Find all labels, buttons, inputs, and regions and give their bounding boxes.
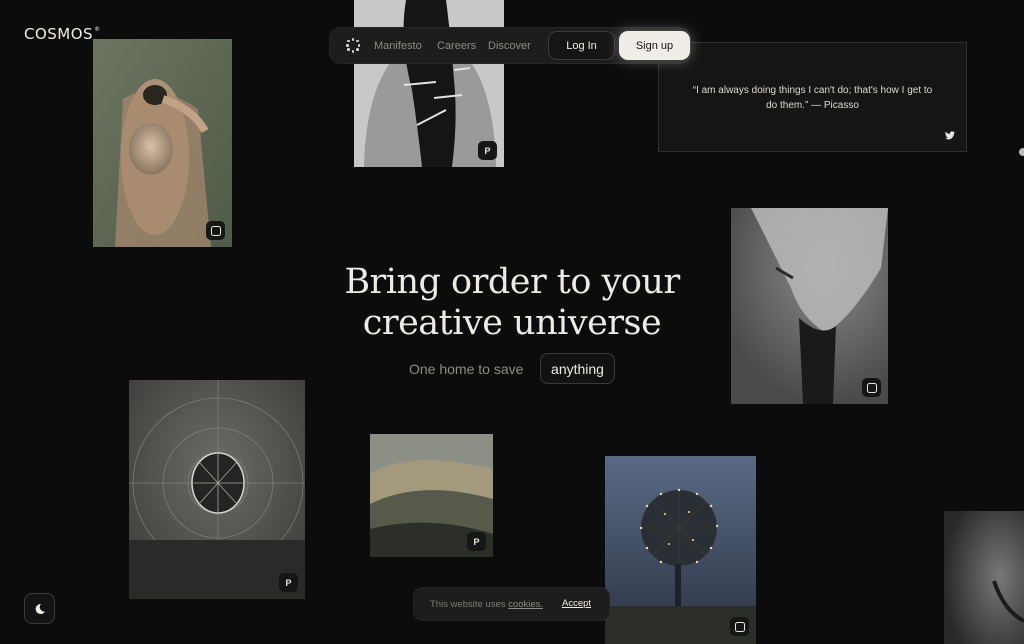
photo-card-woman-green[interactable]: [93, 39, 232, 247]
edge-indicator: [1019, 148, 1024, 156]
photo-source-badge[interactable]: [206, 221, 225, 240]
photo-light-tree: [605, 456, 756, 644]
brand-logo[interactable]: COSMOS®: [24, 25, 101, 43]
photo-card-structure[interactable]: P: [129, 380, 305, 599]
hero-rotating-word: anything: [540, 353, 615, 384]
twitter-icon: [944, 131, 955, 140]
top-nav: Manifesto Careers Discover Log In Sign u…: [329, 27, 691, 64]
spinner-dots-icon[interactable]: [346, 38, 361, 53]
pinterest-icon: P: [484, 145, 491, 156]
photo-card-light-tree[interactable]: [605, 456, 756, 644]
photo-source-badge[interactable]: P: [279, 573, 298, 592]
signup-button[interactable]: Sign up: [619, 31, 690, 60]
hero-title-line1: Bring order to your: [344, 262, 680, 302]
nav-link-careers[interactable]: Careers: [437, 40, 476, 52]
theme-toggle-button[interactable]: [24, 593, 55, 624]
photo-source-badge[interactable]: P: [478, 141, 497, 160]
photo-source-badge[interactable]: [730, 617, 749, 636]
photo-veil: [731, 208, 888, 404]
nav-link-manifesto[interactable]: Manifesto: [374, 40, 422, 52]
photo-card-partial-right[interactable]: [944, 511, 1024, 644]
photo-woman-green: [93, 39, 232, 247]
photo-card-hair[interactable]: P: [354, 0, 504, 167]
instagram-icon: [734, 621, 745, 632]
login-button[interactable]: Log In: [548, 31, 615, 60]
quote-card[interactable]: “I am always doing things I can't do; th…: [658, 42, 967, 152]
hero-title-line2: creative universe: [362, 303, 662, 343]
pinterest-icon: P: [285, 577, 292, 588]
cookie-accept-button[interactable]: Accept: [562, 598, 591, 609]
photo-card-veil[interactable]: [731, 208, 888, 404]
cookie-policy-link[interactable]: cookies.: [508, 599, 543, 610]
moon-icon: [35, 603, 45, 614]
cookie-text: This website uses cookies.: [430, 599, 543, 610]
brand-mark: ®: [94, 26, 101, 33]
cookie-message: This website uses: [430, 599, 506, 610]
instagram-icon: [866, 382, 877, 393]
hero-title: Bring order to your creative universe: [300, 262, 724, 344]
cookie-banner: This website uses cookies. Accept: [413, 587, 610, 621]
instagram-icon: [210, 225, 221, 236]
photo-source-badge[interactable]: P: [467, 532, 486, 551]
pinterest-icon: P: [473, 536, 480, 547]
photo-card-hills[interactable]: P: [370, 434, 493, 557]
photo-partial-right: [944, 511, 1024, 644]
quote-source-badge[interactable]: [940, 126, 959, 145]
brand-name: COSMOS: [24, 25, 94, 43]
hero-subtitle: One home to save: [409, 361, 524, 377]
quote-text: “I am always doing things I can't do; th…: [692, 85, 933, 111]
photo-concrete-structure: [129, 380, 305, 599]
nav-link-discover[interactable]: Discover: [488, 40, 531, 52]
photo-source-badge[interactable]: [862, 378, 881, 397]
